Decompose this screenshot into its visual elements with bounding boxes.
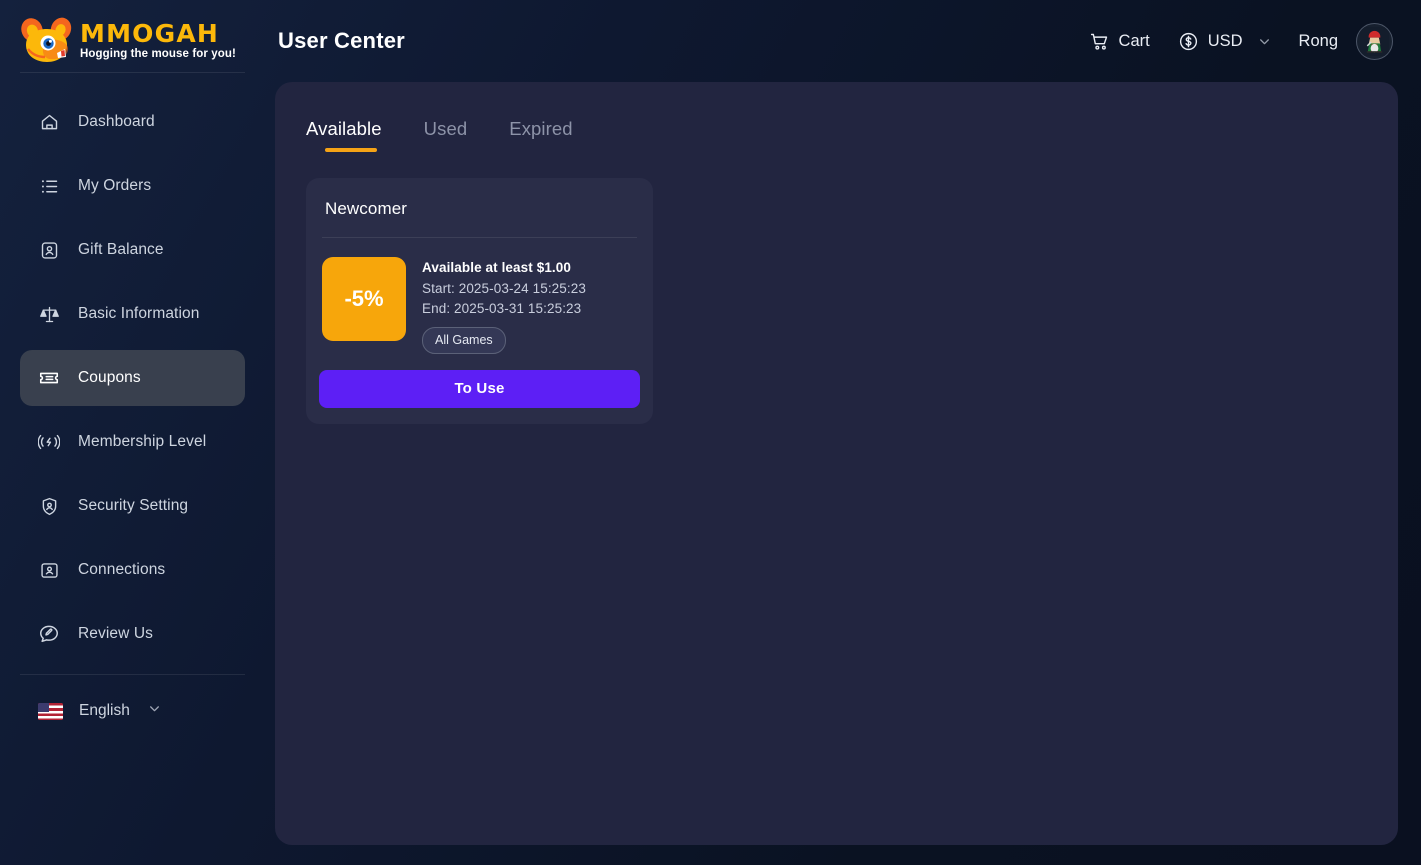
coupon-condition: Available at least $1.00 bbox=[422, 260, 571, 275]
sidebar-item-dashboard[interactable]: Dashboard bbox=[20, 94, 245, 150]
home-icon bbox=[38, 111, 60, 133]
sidebar-item-label: Dashboard bbox=[78, 113, 155, 130]
avatar[interactable] bbox=[1356, 22, 1393, 60]
currency-label: USD bbox=[1207, 31, 1243, 50]
sidebar-bottom-divider bbox=[20, 674, 245, 675]
brand-name: MMOGAH bbox=[80, 19, 219, 49]
coupon-details: Available at least $1.00 Start: 2025-03-… bbox=[422, 257, 637, 354]
sidebar-item-basic-information[interactable]: Basic Information bbox=[20, 286, 245, 342]
coupon-list: Newcomer -5% Available at least $1.00 St… bbox=[275, 156, 1398, 424]
sidebar-item-label: Connections bbox=[78, 561, 166, 578]
discount-badge: -5% bbox=[322, 257, 406, 341]
sidebar: Dashboard My Orders Gift Balance Basic I… bbox=[0, 72, 265, 865]
user-menu[interactable]: Rong bbox=[1285, 21, 1393, 61]
ticket-icon bbox=[38, 367, 60, 389]
chevron-down-icon bbox=[1258, 35, 1271, 48]
sidebar-item-connections[interactable]: Connections bbox=[20, 542, 245, 598]
sidebar-item-gift-balance[interactable]: Gift Balance bbox=[20, 222, 245, 278]
coupon-tabs: Available Used Expired bbox=[275, 82, 1398, 156]
sidebar-item-label: Coupons bbox=[78, 369, 141, 386]
sidebar-item-label: Basic Information bbox=[78, 305, 200, 322]
currency-selector[interactable]: USD bbox=[1164, 21, 1285, 61]
cart-label: Cart bbox=[1118, 31, 1150, 50]
sidebar-item-coupons[interactable]: Coupons bbox=[20, 350, 245, 406]
dollar-circle-icon bbox=[1178, 31, 1199, 52]
user-name: Rong bbox=[1298, 31, 1338, 50]
main-panel: Available Used Expired Newcomer -5% Avai… bbox=[275, 82, 1398, 845]
app-root: MMOGAH Hogging the mouse for you! User C… bbox=[0, 0, 1421, 865]
sidebar-item-security-setting[interactable]: Security Setting bbox=[20, 478, 245, 534]
sidebar-item-label: Membership Level bbox=[78, 433, 207, 450]
cart-button[interactable]: Cart bbox=[1075, 21, 1164, 61]
list-icon bbox=[38, 175, 60, 197]
coupon-start-date: Start: 2025-03-24 15:25:23 bbox=[422, 280, 586, 296]
top-header: MMOGAH Hogging the mouse for you! User C… bbox=[0, 0, 1421, 82]
sidebar-item-label: Review Us bbox=[78, 625, 153, 642]
brand-tagline: Hogging the mouse for you! bbox=[80, 48, 236, 61]
coupon-scope-tag: All Games bbox=[422, 326, 506, 354]
sidebar-item-my-orders[interactable]: My Orders bbox=[20, 158, 245, 214]
coupon-end-date: End: 2025-03-31 15:25:23 bbox=[422, 301, 582, 317]
sidebar-item-label: My Orders bbox=[78, 177, 152, 194]
chat-edit-icon bbox=[38, 623, 60, 645]
coupon-card: Newcomer -5% Available at least $1.00 St… bbox=[306, 178, 653, 424]
brand-logo[interactable]: MMOGAH Hogging the mouse for you! bbox=[0, 0, 265, 82]
coupon-body: -5% Available at least $1.00 Start: 2025… bbox=[306, 238, 653, 354]
gift-card-icon bbox=[38, 239, 60, 261]
page-title: User Center bbox=[278, 28, 405, 53]
language-selector[interactable]: English bbox=[20, 685, 245, 737]
header-actions: Cart USD Rong bbox=[1075, 0, 1393, 82]
tab-used[interactable]: Used bbox=[424, 118, 468, 156]
sidebar-item-review-us[interactable]: Review Us bbox=[20, 606, 245, 662]
id-card-icon bbox=[38, 559, 60, 581]
cart-icon bbox=[1089, 31, 1110, 52]
us-flag-icon bbox=[38, 702, 63, 720]
coupon-title: Newcomer bbox=[325, 199, 408, 218]
tab-expired[interactable]: Expired bbox=[509, 118, 572, 156]
mmogah-mouse-logo-icon bbox=[20, 15, 74, 67]
broadcast-icon bbox=[38, 431, 60, 453]
shield-user-icon bbox=[38, 495, 60, 517]
to-use-button[interactable]: To Use bbox=[319, 369, 640, 408]
language-label: English bbox=[79, 702, 130, 719]
chevron-down-icon bbox=[148, 702, 161, 720]
tab-available[interactable]: Available bbox=[306, 118, 382, 156]
scales-icon bbox=[38, 303, 60, 325]
sidebar-item-label: Security Setting bbox=[78, 497, 189, 514]
sidebar-item-label: Gift Balance bbox=[78, 241, 164, 258]
sidebar-item-membership-level[interactable]: Membership Level bbox=[20, 414, 245, 470]
